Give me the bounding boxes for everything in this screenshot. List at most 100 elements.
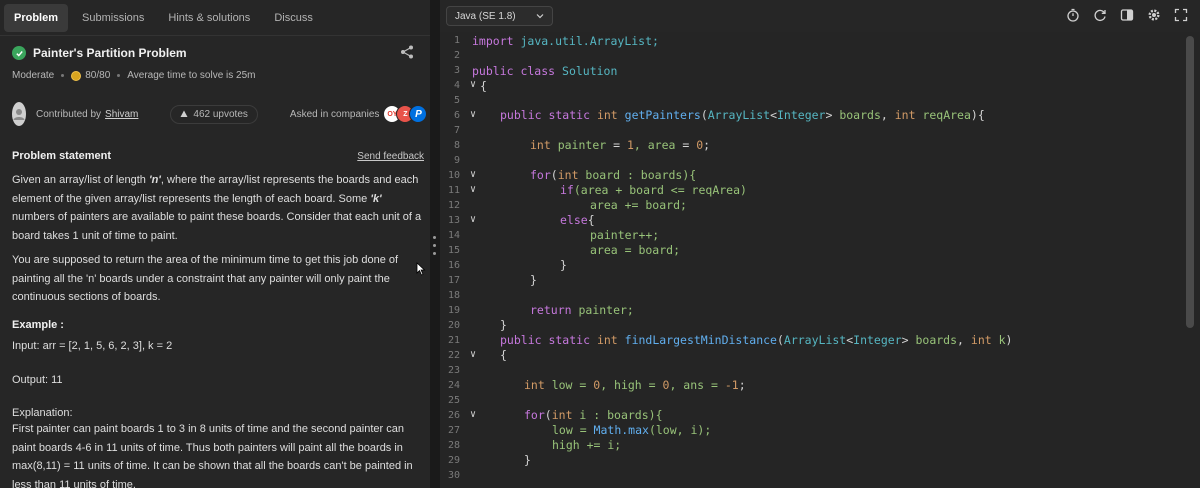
code-line: } — [530, 273, 537, 287]
mouse-cursor-icon — [416, 262, 426, 276]
statement-paragraph-1: Given an array/list of length 'n', where… — [12, 174, 422, 242]
fullscreen-icon[interactable] — [1174, 8, 1188, 22]
share-icon[interactable] — [400, 45, 414, 59]
example-input: Input: arr = [2, 1, 5, 6, 2, 3], k = 2 — [12, 340, 173, 352]
contributor-row: Contributed by Shivam 462 upvotes Asked … — [12, 101, 428, 127]
line-number: 10 — [447, 170, 460, 181]
language-select[interactable]: Java (SE 1.8) — [446, 6, 553, 26]
code-line: low = Math.max(low, i); — [552, 423, 712, 437]
line-number: 11 — [447, 185, 460, 196]
example-output: Output: 11 — [12, 374, 63, 386]
upvote-button[interactable]: 462 upvotes — [170, 104, 258, 124]
fold-chevron-icon[interactable]: ∨ — [470, 169, 476, 180]
line-number: 21 — [447, 335, 460, 346]
problem-tabs: Problem Submissions Hints & solutions Di… — [0, 0, 430, 36]
line-number: 14 — [447, 230, 460, 241]
fold-chevron-icon[interactable]: ∨ — [470, 214, 476, 225]
solved-check-icon — [12, 46, 26, 60]
fold-chevron-icon[interactable]: ∨ — [470, 409, 476, 420]
code-editor[interactable]: 1 2 3 4 ∨ 5 6 ∨ 7 8 9 10 ∨ 11 ∨ 12 13 ∨ 14 15 16 17 18 19 20 21 22… — [440, 32, 1200, 488]
layout-icon[interactable] — [1120, 8, 1134, 22]
timer-icon[interactable] — [1066, 8, 1080, 22]
problem-title-row: Painter's Partition Problem — [12, 42, 420, 64]
company-logo-paypal: P — [409, 105, 428, 123]
line-number: 8 — [453, 140, 460, 151]
contributed-by-label: Contributed by — [36, 108, 102, 120]
line-number: 2 — [453, 50, 460, 61]
code-line: } — [560, 258, 567, 272]
asked-in-label: Asked in companies — [289, 108, 380, 120]
line-number: 1 — [453, 35, 460, 46]
tab-discuss[interactable]: Discuss — [264, 4, 323, 32]
line-number: 6 — [453, 110, 460, 121]
code-line: return painter; — [530, 303, 634, 317]
statement-header: Problem statement Send feedback — [12, 150, 424, 162]
company-logos[interactable]: OY Z P — [383, 105, 428, 123]
code-line: painter++; — [590, 228, 660, 242]
line-number: 23 — [447, 365, 460, 376]
send-feedback-link[interactable]: Send feedback — [357, 151, 424, 162]
line-number: 22 — [447, 350, 460, 361]
line-number: 7 — [453, 125, 460, 136]
line-number: 3 — [453, 65, 460, 76]
line-number: 30 — [447, 470, 460, 481]
code-line: public class Solution — [472, 64, 618, 78]
difficulty-label: Moderate — [12, 70, 55, 81]
settings-gear-icon[interactable] — [1147, 8, 1161, 22]
tab-submissions[interactable]: Submissions — [72, 4, 154, 32]
tab-problem[interactable]: Problem — [4, 3, 69, 32]
fold-chevron-icon[interactable]: ∨ — [470, 184, 476, 195]
code-line: else{ — [560, 213, 595, 227]
chevron-down-icon — [536, 14, 544, 19]
fold-chevron-icon[interactable]: ∨ — [470, 79, 476, 90]
code-line: int painter = 1, area = 0; — [530, 138, 711, 152]
contributor-link[interactable]: Shivam — [105, 109, 138, 120]
code-line: } — [524, 453, 531, 467]
line-number: 16 — [447, 260, 460, 271]
example-title: Example : — [12, 319, 64, 331]
grip-dot — [433, 244, 436, 247]
editor-scrollbar[interactable] — [1186, 36, 1194, 328]
line-number: 13 — [447, 215, 460, 226]
line-number: 28 — [447, 440, 460, 451]
line-number: 20 — [447, 320, 460, 331]
tab-hints-solutions[interactable]: Hints & solutions — [158, 4, 260, 32]
code-line: area += board; — [590, 198, 687, 212]
problem-meta: Moderate 80/80 Average time to solve is … — [12, 70, 256, 81]
line-number: 12 — [447, 200, 460, 211]
code-line: for(int i : boards){ — [524, 408, 663, 422]
code-line: public static int getPainters(ArrayList<… — [500, 108, 985, 122]
language-label: Java (SE 1.8) — [455, 10, 516, 22]
reset-icon[interactable] — [1093, 8, 1107, 22]
coin-icon — [71, 70, 82, 81]
line-number: 18 — [447, 290, 460, 301]
line-number: 9 — [453, 155, 460, 166]
separator-dot — [61, 74, 65, 77]
statement-paragraph-2: You are supposed to return the area of t… — [12, 254, 399, 303]
fold-chevron-icon[interactable]: ∨ — [470, 349, 476, 360]
line-number: 29 — [447, 455, 460, 466]
fold-chevron-icon[interactable]: ∨ — [470, 109, 476, 120]
code-line: area = board; — [590, 243, 681, 257]
avatar — [12, 102, 26, 126]
problem-title: Painter's Partition Problem — [33, 46, 187, 60]
line-number: 5 — [453, 95, 460, 106]
grip-dot — [433, 252, 436, 255]
line-number: 24 — [447, 380, 460, 391]
code-line: { — [500, 348, 507, 362]
line-number: 15 — [447, 245, 460, 256]
line-number: 26 — [447, 410, 460, 421]
upvote-count: 462 upvotes — [193, 108, 248, 120]
code-line: public static int findLargestMinDistance… — [500, 333, 1013, 347]
code-line: high += i; — [552, 438, 622, 452]
editor-toolbar: Java (SE 1.8) — [440, 0, 1200, 32]
score-label: 80/80 — [85, 70, 111, 81]
line-number: 19 — [447, 305, 460, 316]
statement-title: Problem statement — [12, 150, 112, 162]
code-line: for(int board : boards){ — [530, 168, 697, 182]
line-number: 27 — [447, 425, 460, 436]
separator-dot — [117, 74, 121, 77]
code-line: { — [480, 79, 487, 93]
upvote-arrow-icon — [180, 110, 188, 117]
avg-time-label: Average time to solve is 25m — [127, 70, 256, 81]
